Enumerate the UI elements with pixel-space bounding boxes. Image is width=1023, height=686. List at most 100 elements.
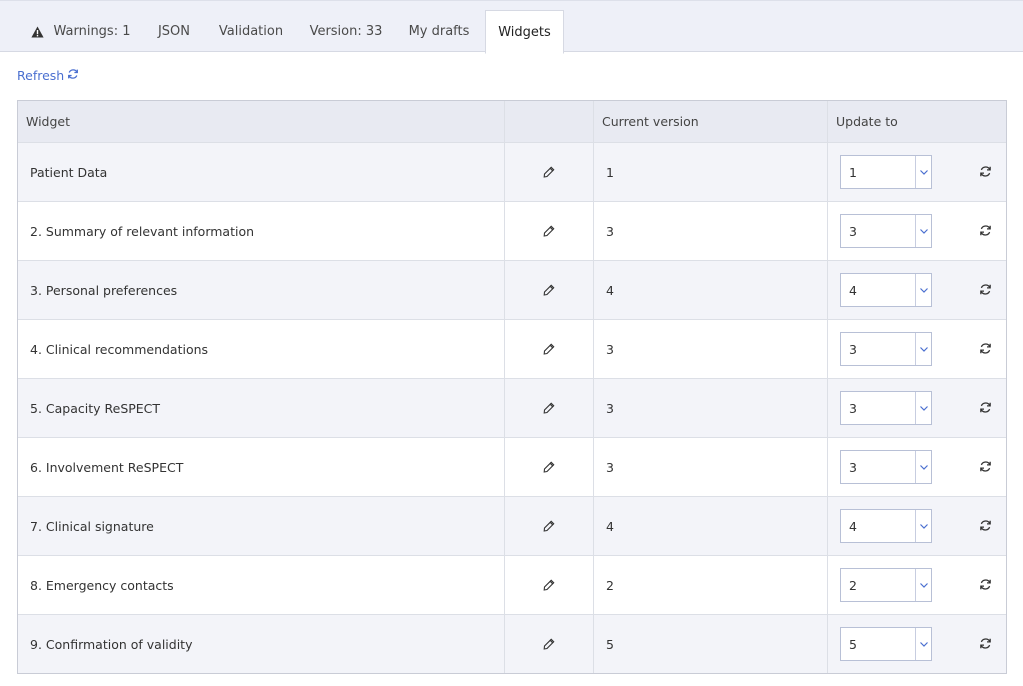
chevron-down-icon [915,510,931,542]
table-header: Widget Current version Update to [18,101,1006,142]
current-version: 1 [594,143,828,201]
chevron-down-icon [915,569,931,601]
current-version: 3 [594,320,828,378]
pencil-icon[interactable] [543,225,555,237]
header-widget: Widget [18,101,505,142]
edit-cell [505,202,594,260]
update-cell: 4 [828,261,1006,319]
tab-validation-label: Validation [218,24,284,39]
current-version: 4 [594,261,828,319]
update-refresh-icon[interactable] [979,342,992,355]
chevron-down-icon [915,215,931,247]
table-row: 8. Emergency contacts 2 2 [18,555,1006,614]
tab-validation[interactable]: Validation [208,10,294,53]
tab-widgets-label: Widgets [498,24,551,40]
refresh-icon [64,68,79,83]
update-refresh-icon[interactable] [979,283,992,296]
pencil-icon[interactable] [543,461,555,473]
pencil-icon[interactable] [543,402,555,414]
warning-icon [31,26,45,38]
update-refresh-icon[interactable] [979,578,992,591]
update-to-select[interactable]: 4 [840,273,932,307]
update-to-select[interactable]: 5 [840,627,932,661]
edit-cell [505,379,594,437]
table-body: Patient Data 1 1 2. Summary of relevant … [18,142,1006,673]
tab-warnings[interactable]: Warnings: 1 [22,10,140,53]
edit-cell [505,556,594,614]
pencil-icon[interactable] [543,166,555,178]
pencil-icon[interactable] [543,579,555,591]
update-to-select[interactable]: 1 [840,155,932,189]
widgets-table: Widget Current version Update to Patient… [17,100,1007,674]
update-refresh-icon[interactable] [979,460,992,473]
current-version: 5 [594,615,828,673]
update-refresh-icon[interactable] [979,224,992,237]
update-refresh-icon[interactable] [979,519,992,532]
update-cell: 3 [828,202,1006,260]
update-to-select[interactable]: 3 [840,450,932,484]
update-cell: 3 [828,379,1006,437]
update-to-value: 4 [849,282,857,298]
chevron-down-icon [915,333,931,365]
update-cell: 3 [828,438,1006,496]
widget-name: 7. Clinical signature [18,497,505,555]
current-version: 4 [594,497,828,555]
widget-name: 3. Personal preferences [18,261,505,319]
update-refresh-icon[interactable] [979,637,992,650]
update-cell: 5 [828,615,1006,673]
header-update-to: Update to [836,114,898,129]
current-version: 3 [594,438,828,496]
chevron-down-icon [915,156,931,188]
tab-json[interactable]: JSON [146,10,202,53]
update-to-value: 2 [849,577,857,593]
tab-bar: Warnings: 1 JSON Validation Version: 33 … [0,0,1023,54]
update-to-select[interactable]: 4 [840,509,932,543]
refresh-link[interactable]: Refresh [17,68,79,83]
chevron-down-icon [915,392,931,424]
update-cell: 4 [828,497,1006,555]
update-to-value: 1 [849,164,857,180]
update-to-value: 3 [849,459,857,475]
pencil-icon[interactable] [543,284,555,296]
chevron-down-icon [915,628,931,660]
update-refresh-icon[interactable] [979,165,992,178]
widget-name: 9. Confirmation of validity [18,615,505,673]
header-current-version: Current version [594,101,828,142]
update-refresh-icon[interactable] [979,401,992,414]
update-to-select[interactable]: 3 [840,332,932,366]
update-cell: 2 [828,556,1006,614]
current-version: 3 [594,379,828,437]
table-row: 7. Clinical signature 4 4 [18,496,1006,555]
update-to-select[interactable]: 3 [840,214,932,248]
edit-cell [505,143,594,201]
pencil-icon[interactable] [543,520,555,532]
header-edit [505,101,594,142]
chevron-down-icon [915,451,931,483]
edit-cell [505,261,594,319]
table-row: Patient Data 1 1 [18,142,1006,201]
current-version: 2 [594,556,828,614]
tab-widgets[interactable]: Widgets [485,10,564,54]
table-row: 2. Summary of relevant information 3 3 [18,201,1006,260]
update-to-value: 3 [849,400,857,416]
update-to-select[interactable]: 2 [840,568,932,602]
tab-my-drafts[interactable]: My drafts [399,10,479,53]
update-to-value: 5 [849,636,857,652]
edit-cell [505,615,594,673]
update-to-select[interactable]: 3 [840,391,932,425]
current-version: 3 [594,202,828,260]
pencil-icon[interactable] [543,343,555,355]
table-row: 3. Personal preferences 4 4 [18,260,1006,319]
table-row: 4. Clinical recommendations 3 3 [18,319,1006,378]
tab-json-label: JSON [157,24,191,39]
widget-name: 6. Involvement ReSPECT [18,438,505,496]
table-row: 5. Capacity ReSPECT 3 3 [18,378,1006,437]
update-to-value: 4 [849,518,857,534]
tab-warnings-label: Warnings: 1 [53,24,131,39]
widget-name: 4. Clinical recommendations [18,320,505,378]
update-to-value: 3 [849,223,857,239]
edit-cell [505,497,594,555]
update-to-value: 3 [849,341,857,357]
tab-version[interactable]: Version: 33 [303,10,389,53]
pencil-icon[interactable] [543,638,555,650]
